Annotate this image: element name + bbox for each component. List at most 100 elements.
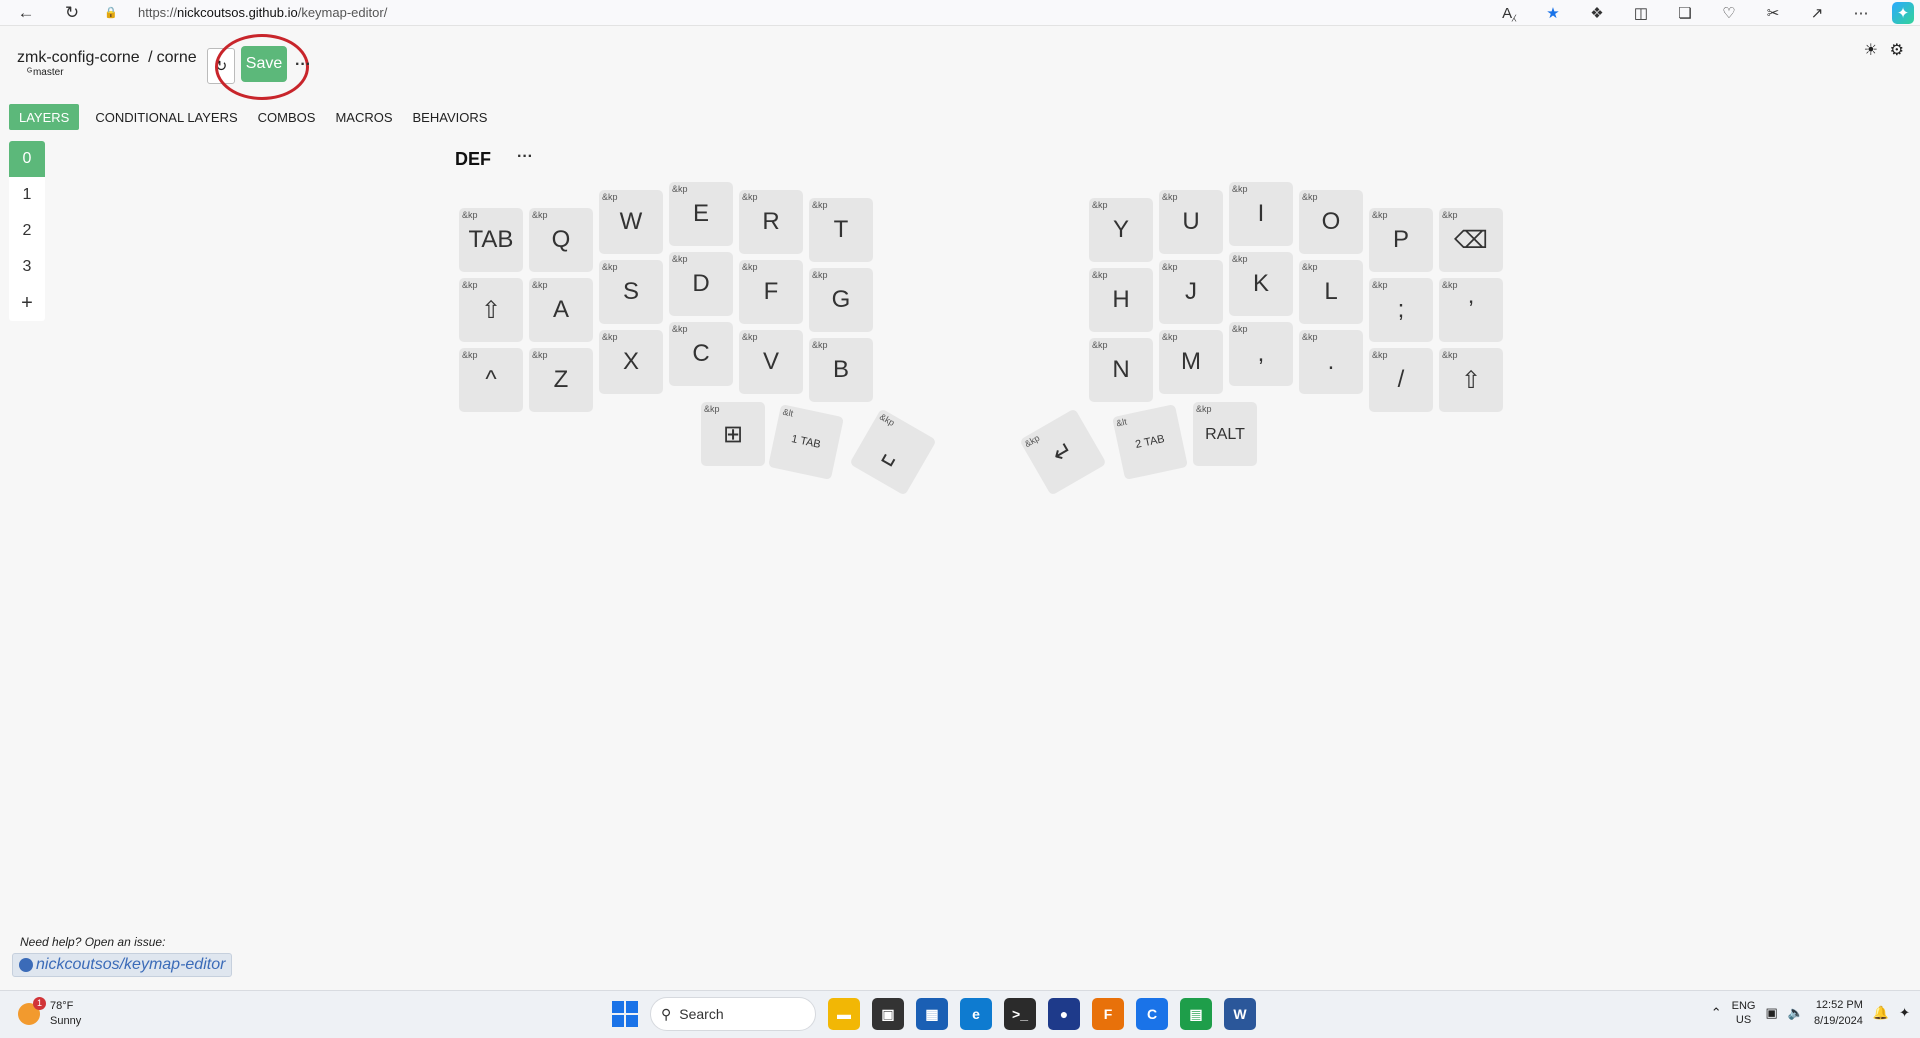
repo-name[interactable]: zmk-config-corne bbox=[17, 49, 140, 66]
key-param[interactable]: ⇧ bbox=[459, 296, 523, 325]
app-f-icon[interactable]: F bbox=[1092, 998, 1124, 1030]
key-param[interactable]: R bbox=[739, 208, 803, 236]
key-r2-c9[interactable]: &kp. bbox=[1299, 330, 1363, 394]
key-r2-c7[interactable]: &kp M bbox=[1159, 330, 1223, 394]
key-r1-c0[interactable]: &kp ⇧ bbox=[459, 278, 523, 342]
key-behavior[interactable]: &kp bbox=[672, 254, 688, 264]
key-r0-c11[interactable]: &kp ⌫ bbox=[1439, 208, 1503, 272]
address-bar[interactable]: 🔒 https://nickcoutsos.github.io/keymap-e… bbox=[104, 0, 1584, 24]
key-param[interactable]: N bbox=[1089, 356, 1153, 384]
key-behavior[interactable]: &kp bbox=[672, 324, 688, 334]
key-param[interactable]: G bbox=[809, 286, 873, 314]
key-param[interactable]: ^ bbox=[459, 366, 523, 394]
file-explorer-icon[interactable]: ▬ bbox=[828, 998, 860, 1030]
key-behavior[interactable]: &kp bbox=[1442, 210, 1458, 220]
key-r2-c2[interactable]: &kp X bbox=[599, 330, 663, 394]
key-param[interactable]: E bbox=[669, 200, 733, 228]
key-behavior[interactable]: &kp bbox=[1162, 262, 1178, 272]
key-behavior[interactable]: &kp bbox=[1162, 332, 1178, 342]
key-r2-c0[interactable]: &kp ^ bbox=[459, 348, 523, 412]
layer-item-3[interactable]: 3 bbox=[9, 249, 45, 285]
key-r2-c3[interactable]: &kp C bbox=[669, 322, 733, 386]
key-behavior[interactable]: &kp bbox=[602, 332, 618, 342]
key-behavior[interactable]: &kp bbox=[812, 200, 828, 210]
key-r1-c6[interactable]: &kp H bbox=[1089, 268, 1153, 332]
key-param[interactable]: B bbox=[809, 356, 873, 384]
key-behavior[interactable]: &kp bbox=[1302, 262, 1318, 272]
key-r0-c8[interactable]: &kp I bbox=[1229, 182, 1293, 246]
favorite-star-icon[interactable]: ★ bbox=[1540, 2, 1566, 24]
key-param[interactable]: X bbox=[599, 348, 663, 376]
key-param[interactable]: O bbox=[1299, 208, 1363, 236]
key-behavior[interactable]: &kp bbox=[462, 280, 478, 290]
key-behavior[interactable]: &kp bbox=[1092, 340, 1108, 350]
key-behavior[interactable]: &kp bbox=[602, 192, 618, 202]
key-r0-c3[interactable]: &kp E bbox=[669, 182, 733, 246]
word-icon[interactable]: W bbox=[1224, 998, 1256, 1030]
key-behavior[interactable]: &kp bbox=[462, 210, 478, 220]
layer-item-2[interactable]: 2 bbox=[9, 213, 45, 249]
key-behavior[interactable]: &kp bbox=[1232, 254, 1248, 264]
key-r0-c7[interactable]: &kp U bbox=[1159, 190, 1223, 254]
tab-macros[interactable]: MACROS bbox=[325, 104, 402, 130]
key-behavior[interactable]: &kp bbox=[1162, 192, 1178, 202]
theme-toggle-icon[interactable]: ☀ bbox=[1864, 40, 1878, 60]
key-param[interactable]: ⇧ bbox=[1439, 366, 1503, 395]
key-behavior[interactable]: &kp bbox=[1442, 280, 1458, 290]
tab-combos[interactable]: COMBOS bbox=[248, 104, 326, 130]
key-behavior[interactable]: &kp bbox=[1302, 332, 1318, 342]
key-r2-c5[interactable]: &kp B bbox=[809, 338, 873, 402]
key-param[interactable]: I bbox=[1229, 200, 1293, 228]
key-r1-c9[interactable]: &kp L bbox=[1299, 260, 1363, 324]
split-screen-icon[interactable]: ◫ bbox=[1628, 2, 1654, 24]
collections-icon[interactable]: ❏ bbox=[1672, 2, 1698, 24]
key-r0-c0[interactable]: &kp TAB bbox=[459, 208, 523, 272]
key-behavior[interactable]: &kp bbox=[1372, 350, 1388, 360]
key-r1-c8[interactable]: &kp K bbox=[1229, 252, 1293, 316]
key-param[interactable]: W bbox=[599, 208, 663, 236]
key-param[interactable]: ␣ bbox=[858, 424, 928, 481]
key-behavior[interactable]: &kp bbox=[1232, 324, 1248, 334]
key-param[interactable]: U bbox=[1159, 208, 1223, 236]
key-behavior[interactable]: &kp bbox=[1092, 200, 1108, 210]
settings-gear-icon[interactable]: ⚙ bbox=[1890, 40, 1904, 60]
key-behavior[interactable]: &kp bbox=[672, 184, 688, 194]
key-param[interactable]: M bbox=[1159, 348, 1223, 376]
extensions-icon[interactable]: ❖ bbox=[1584, 2, 1610, 24]
layer-title[interactable]: DEF bbox=[455, 149, 491, 170]
key-behavior[interactable]: &kp bbox=[532, 350, 548, 360]
key-param[interactable]: ; bbox=[1369, 296, 1433, 324]
key-behavior[interactable]: &kp bbox=[1023, 433, 1041, 449]
chevron-up-icon[interactable]: ⌃ bbox=[1711, 1005, 1722, 1021]
taskbar-search[interactable]: ⚲ Search bbox=[650, 997, 816, 1031]
key-param[interactable]: / bbox=[1369, 366, 1433, 394]
key-behavior[interactable]: &kp bbox=[602, 262, 618, 272]
key-r1-c5[interactable]: &kp G bbox=[809, 268, 873, 332]
weather-widget[interactable]: 1 78°F Sunny bbox=[18, 997, 81, 1029]
network-icon[interactable]: ▣ bbox=[1765, 1005, 1777, 1021]
key-behavior[interactable]: &kp bbox=[742, 262, 758, 272]
tab-behaviors[interactable]: BEHAVIORS bbox=[403, 104, 498, 130]
key-r1-c4[interactable]: &kp F bbox=[739, 260, 803, 324]
store-icon[interactable]: ▦ bbox=[916, 998, 948, 1030]
browser-essentials-icon[interactable]: ♡ bbox=[1716, 2, 1742, 24]
add-layer-button[interactable]: + bbox=[9, 285, 45, 321]
key-param[interactable]: A bbox=[529, 296, 593, 324]
key-param[interactable]: S bbox=[599, 278, 663, 306]
layer-item-1[interactable]: 1 bbox=[9, 177, 45, 213]
key-behavior[interactable]: &kp bbox=[812, 270, 828, 280]
copilot-taskbar-icon[interactable]: ✦ bbox=[1899, 1005, 1910, 1021]
key-r0-c10[interactable]: &kp P bbox=[1369, 208, 1433, 272]
key-r1-c11[interactable]: &kp ’ bbox=[1439, 278, 1503, 342]
key-param[interactable]: T bbox=[809, 216, 873, 244]
key-r2-c8[interactable]: &kp, bbox=[1229, 322, 1293, 386]
key-behavior[interactable]: &kp bbox=[462, 350, 478, 360]
thumb-key-5[interactable]: &kp RALT bbox=[1193, 402, 1257, 466]
key-r2-c1[interactable]: &kp Z bbox=[529, 348, 593, 412]
key-param[interactable]: ↵ bbox=[1028, 424, 1098, 481]
read-aloud-icon[interactable]: A⁁ bbox=[1496, 2, 1522, 24]
key-param[interactable]: K bbox=[1229, 270, 1293, 298]
key-param[interactable]: C bbox=[669, 340, 733, 368]
key-behavior[interactable]: &kp bbox=[742, 332, 758, 342]
key-behavior[interactable]: &kp bbox=[704, 404, 720, 414]
